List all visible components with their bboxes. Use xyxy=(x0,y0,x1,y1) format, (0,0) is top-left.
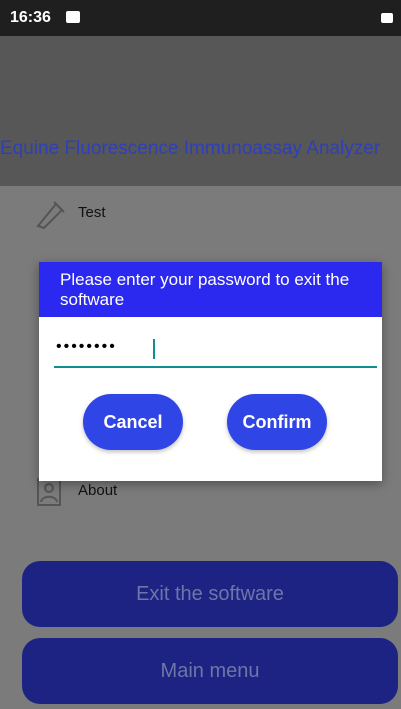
main-menu-button[interactable]: Main menu xyxy=(22,638,398,704)
status-bar: 16:36 xyxy=(0,0,401,36)
app-header: Equine Fluorescence Immunoassay Analyzer xyxy=(0,36,401,186)
password-input[interactable]: •••••••• xyxy=(54,336,377,368)
page-title: Equine Fluorescence Immunoassay Analyzer xyxy=(0,138,401,160)
image-notification-icon xyxy=(66,11,80,23)
battery-icon xyxy=(381,13,393,23)
menu-item-label: Test xyxy=(78,204,106,221)
password-dialog: Please enter your password to exit the s… xyxy=(39,262,382,481)
text-caret xyxy=(153,339,155,359)
status-time: 16:36 xyxy=(10,9,51,27)
password-mask: •••••••• xyxy=(56,338,117,356)
exit-software-button[interactable]: Exit the software xyxy=(22,561,398,627)
cancel-button[interactable]: Cancel xyxy=(83,394,183,450)
confirm-button[interactable]: Confirm xyxy=(227,394,327,450)
test-tube-icon xyxy=(34,198,66,230)
menu-item-label: About xyxy=(78,482,117,499)
dialog-title: Please enter your password to exit the s… xyxy=(39,262,382,317)
